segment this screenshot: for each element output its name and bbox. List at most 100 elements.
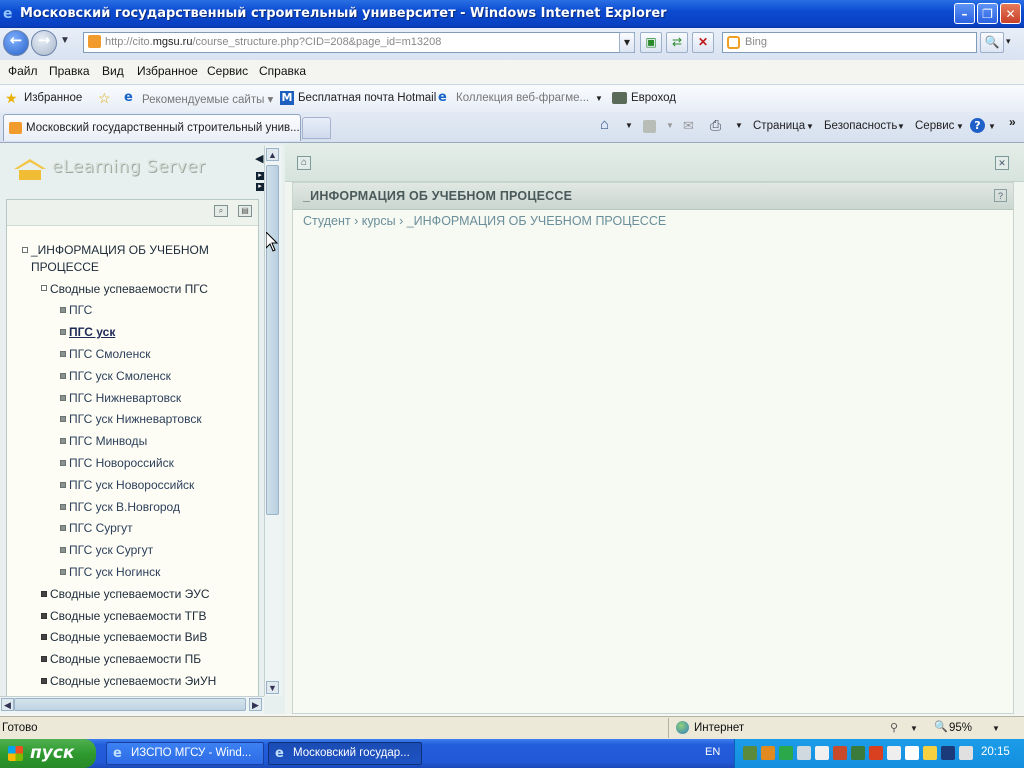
feeds-icon[interactable] [643,120,656,133]
tree-collapse-icon[interactable]: ▤ [238,205,252,217]
tree-root-node-line2[interactable]: ПРОЦЕССЕ [31,260,99,274]
tray-app-icon[interactable] [941,746,955,760]
tree-group[interactable]: Сводные успеваемости ЭиУН [50,674,216,688]
back-button[interactable]: ← [3,30,29,56]
tree-group[interactable]: Сводные успеваемости ВиВ [50,630,207,644]
protected-mode-icon[interactable]: ⚲ [890,721,898,734]
maximize-button[interactable]: ❐ [977,3,998,24]
scroll-down-icon[interactable]: ▼ [266,681,279,694]
tree-expand-icon[interactable] [41,634,47,640]
page-menu[interactable]: Страница [753,120,805,132]
menu-edit[interactable]: Правка [49,64,90,78]
scroll-up-icon[interactable]: ▲ [266,148,279,161]
clock[interactable]: 20:15 [981,746,1010,758]
tray-app-icon[interactable] [797,746,811,760]
tray-app-icon[interactable] [869,746,883,760]
tree-item[interactable]: ПГС уск Ногинск [69,565,160,579]
print-icon[interactable]: ⎙ [710,117,721,134]
tree-item-selected[interactable]: ПГС уск [69,325,115,339]
scroll-left-icon[interactable]: ◀ [1,698,14,711]
safety-menu[interactable]: Безопасность [824,120,897,132]
fav-suggested-sites[interactable]: Рекомендуемые сайты ▾ [142,92,273,106]
tree-group[interactable]: Сводные успеваемости ТГВ [50,609,207,623]
add-favorite-icon[interactable]: ☆ [98,90,111,107]
collapse-sidebar-icon[interactable]: ◀ [255,152,263,165]
tray-app-icon[interactable] [743,746,757,760]
search-go-icon[interactable]: 🔍 [980,32,1004,53]
menu-help[interactable]: Справка [259,64,306,78]
tree-expand-icon[interactable] [41,591,47,597]
tray-app-icon[interactable] [851,746,865,760]
breadcrumb[interactable]: Студент › курсы › _ИНФОРМАЦИЯ ОБ УЧЕБНОМ… [303,214,666,228]
print-dropdown-icon[interactable]: ▼ [735,121,743,130]
vertical-scroll-thumb[interactable] [266,165,279,515]
sidebar-arrow-icon[interactable]: ▸ [256,172,264,180]
tray-app-icon[interactable] [779,746,793,760]
mail-icon[interactable]: ✉ [683,118,694,134]
tree-item[interactable]: ПГС Новороссийск [69,456,174,470]
tree-item[interactable]: ПГС Нижневартовск [69,391,181,405]
fav-hotmail[interactable]: Бесплатная почта Hotmail [298,92,436,104]
tree-group-pgs[interactable]: Сводные успеваемости ПГС [50,282,208,296]
tree-expand-icon[interactable] [41,678,47,684]
menu-view[interactable]: Вид [102,64,124,78]
tree-item[interactable]: ПГС уск Новороссийск [69,478,194,492]
tray-app-icon[interactable] [923,746,937,760]
tree-item[interactable]: ПГС уск Сургут [69,543,153,557]
tree-item[interactable]: ПГС [69,303,92,317]
fav-web-slices[interactable]: Коллекция веб-фрагме... [456,92,589,104]
tree-expand-icon[interactable] [41,613,47,619]
chevron-more-icon[interactable]: » [1009,115,1016,129]
minimize-button[interactable]: – [954,3,975,24]
taskbar-item-mgsu-active[interactable]: e Московский государ... [268,742,422,765]
language-indicator[interactable]: EN [705,746,720,758]
menu-file[interactable]: Файл [8,64,38,78]
horizontal-scroll-thumb[interactable] [14,698,246,711]
new-tab-button[interactable] [302,117,331,139]
volume-icon[interactable] [959,746,973,760]
home-icon[interactable]: ⌂ [600,116,609,133]
feeds-dropdown-icon[interactable]: ▼ [666,121,674,130]
forward-button[interactable]: → [31,30,57,56]
home-dropdown-icon[interactable]: ▼ [625,121,633,130]
taskbar-item-izspo[interactable]: e ИЗСПО МГСУ - Wind... [106,742,264,765]
menu-favorites[interactable]: Избранное [137,64,198,78]
address-dropdown-icon[interactable]: ▾ [619,32,635,53]
tab-active[interactable]: Московский государственный строительный … [3,114,301,141]
window-title-bar[interactable]: e Московский государственный строительны… [0,0,1024,28]
history-dropdown-icon[interactable]: ▼ [60,35,70,46]
compatibility-view-icon[interactable]: ▣ [640,32,662,53]
help-icon[interactable]: ? [970,118,985,133]
address-field[interactable]: http://cito.mgsu.ru/course_structure.php… [83,32,635,53]
zoom-dropdown-icon[interactable]: ▼ [992,724,1000,733]
scroll-right-icon[interactable]: ▶ [249,698,262,711]
search-options-icon[interactable]: ▾ [1006,36,1011,47]
tools-menu[interactable]: Сервис [915,120,954,132]
tree-root-node[interactable]: _ИНФОРМАЦИЯ ОБ УЧЕБНОМ [31,243,209,257]
menu-tools[interactable]: Сервис [207,64,248,78]
fav-evrohod[interactable]: Евроход [631,92,676,104]
tree-expand-icon[interactable] [41,656,47,662]
tree-search-icon[interactable]: ⌕ [214,205,228,217]
tray-app-icon[interactable] [833,746,847,760]
refresh-icon[interactable]: ⇄ [666,32,688,53]
tree-item[interactable]: ПГС Сургут [69,521,133,535]
sidebar-arrow-icon[interactable]: ▸ [256,183,264,191]
web-slices-dropdown-icon[interactable]: ▼ [595,94,603,103]
zoom-icon[interactable]: 🔍 [934,720,948,733]
tray-app-icon[interactable] [761,746,775,760]
protected-mode-dropdown-icon[interactable]: ▼ [910,724,918,733]
home-icon[interactable]: ⌂ [297,156,311,170]
stop-icon[interactable]: ✕ [692,32,714,53]
network-icon[interactable] [905,746,919,760]
close-panel-icon[interactable]: ✕ [995,156,1009,170]
search-field[interactable]: Bing [722,32,977,53]
zoom-level[interactable]: 95% [949,722,972,734]
tree-item[interactable]: ПГС Минводы [69,434,147,448]
tray-app-icon[interactable] [887,746,901,760]
tree-item[interactable]: ПГС Смоленск [69,347,150,361]
close-window-button[interactable]: ✕ [1000,3,1021,24]
help-icon[interactable]: ? [994,189,1007,202]
tree-toggle-icon[interactable] [22,247,28,253]
favorites-button[interactable]: Избранное [24,92,82,104]
